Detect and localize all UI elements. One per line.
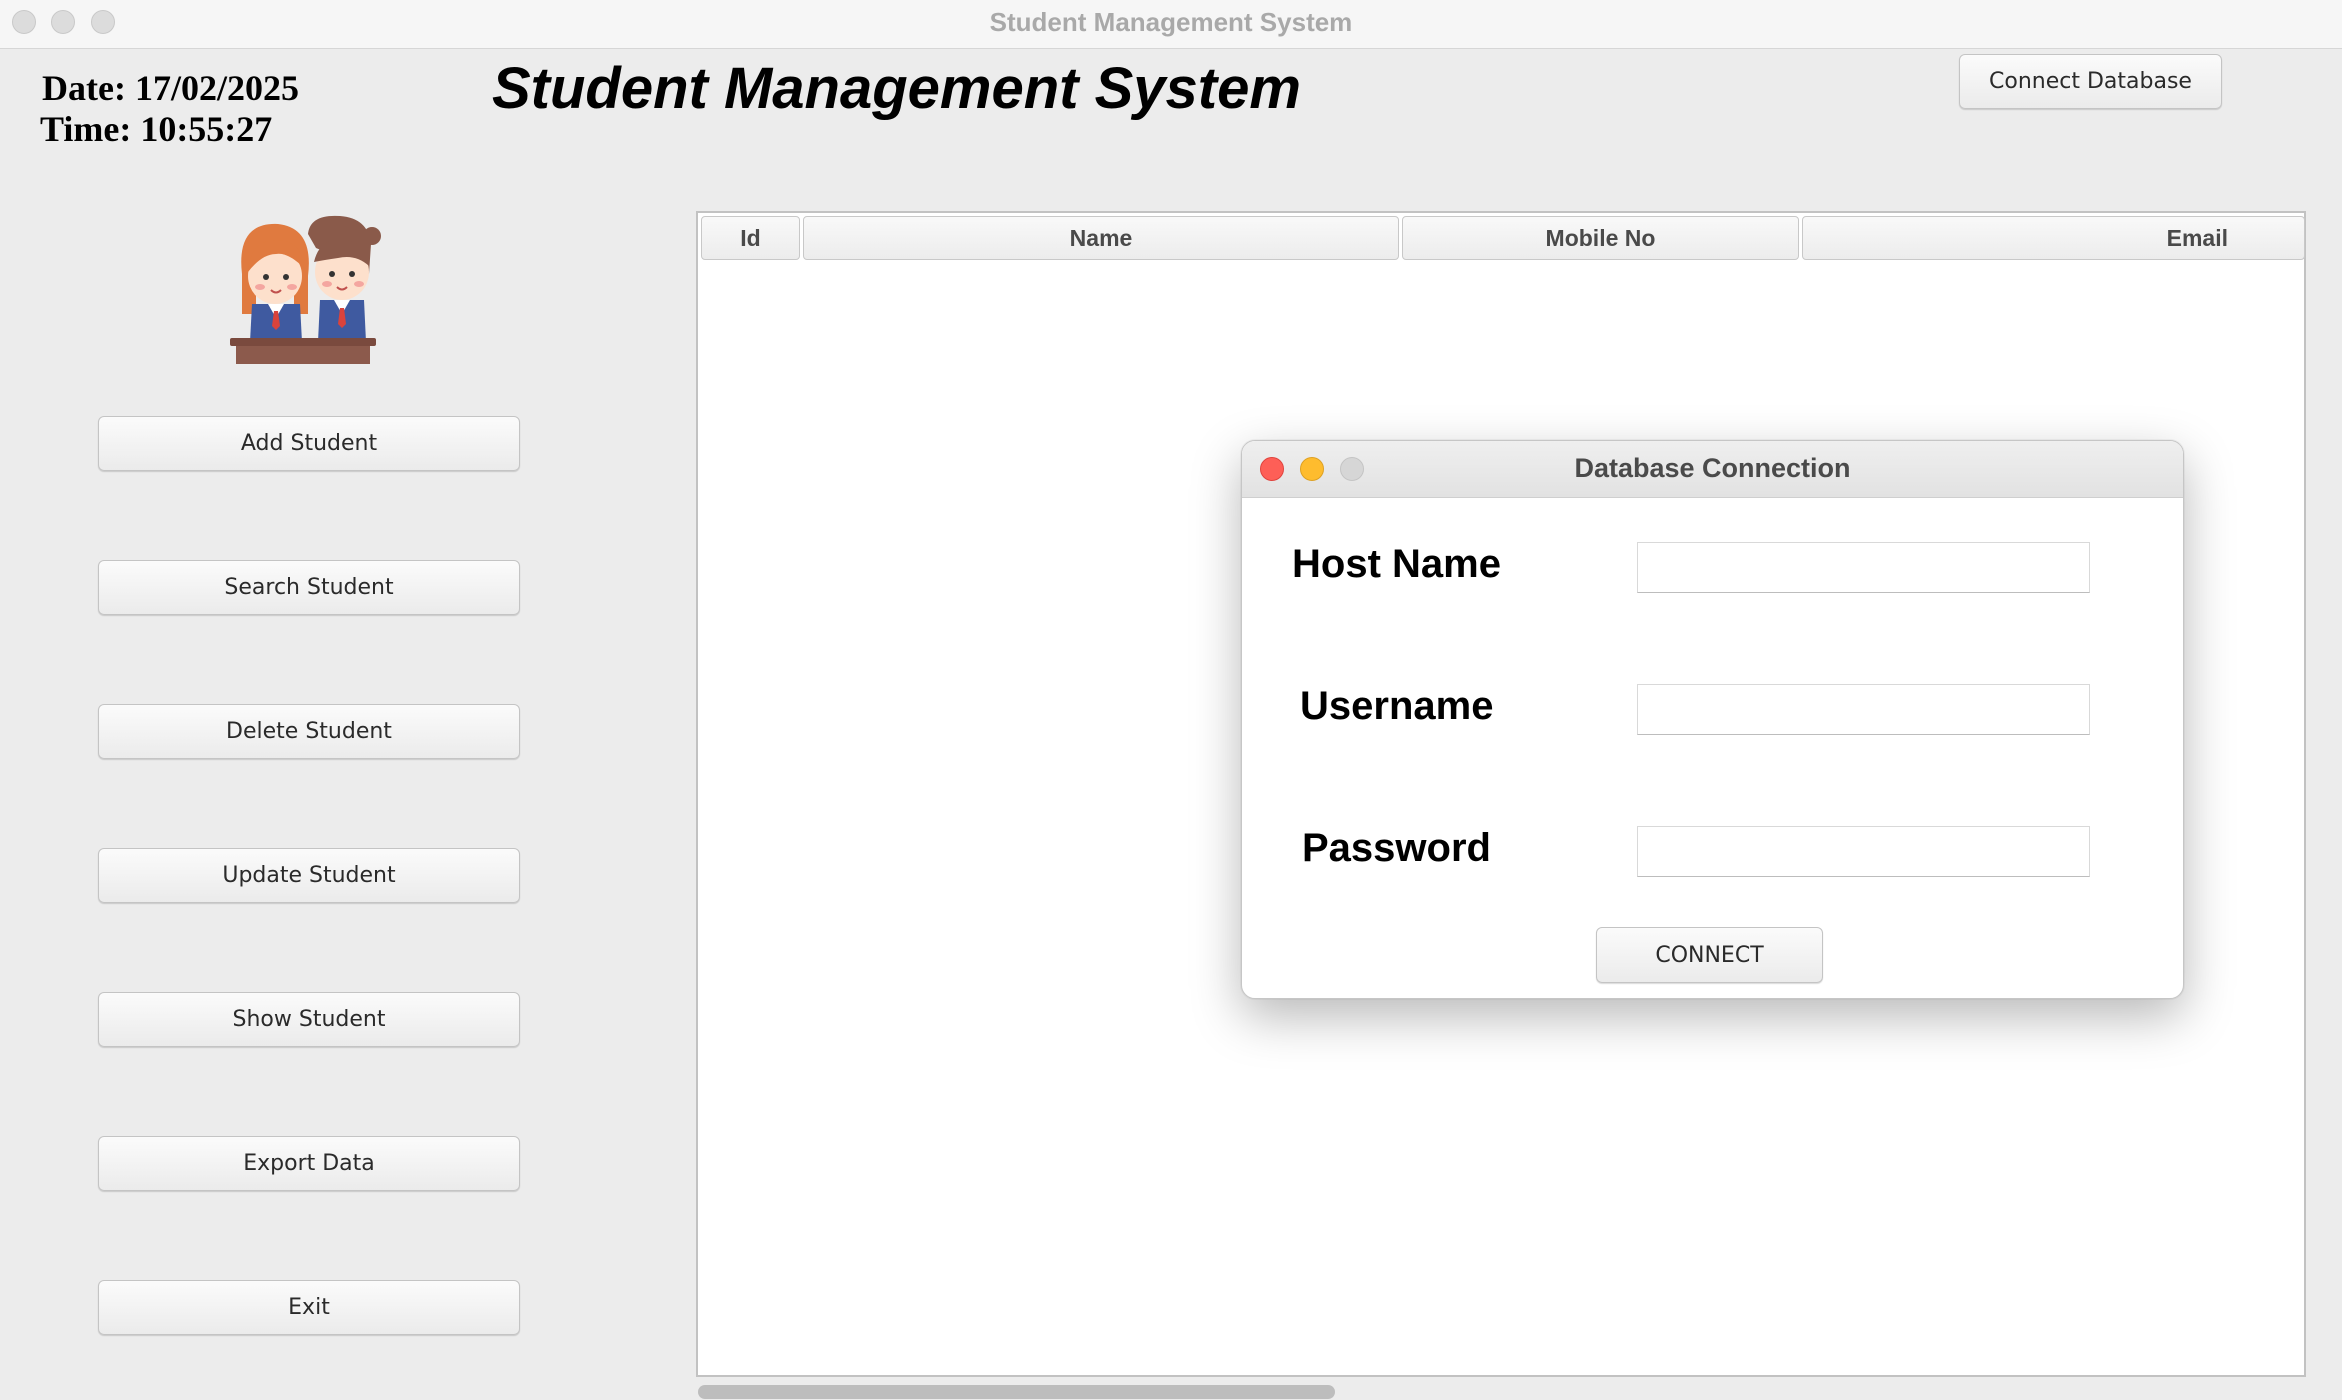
add-student-button[interactable]: Add Student <box>98 416 520 471</box>
column-header-name[interactable]: Name <box>803 216 1399 260</box>
host-name-field[interactable] <box>1637 542 2090 593</box>
show-student-button[interactable]: Show Student <box>98 992 520 1047</box>
password-field[interactable] <box>1637 826 2090 877</box>
column-header-email[interactable]: Email <box>1802 216 2305 260</box>
update-student-button[interactable]: Update Student <box>98 848 520 903</box>
exit-button[interactable]: Exit <box>98 1280 520 1335</box>
horizontal-scrollbar[interactable] <box>698 1385 1335 1399</box>
main-content: Date: 17/02/2025 Time: 10:55:27 Student … <box>0 49 2342 1400</box>
host-name-label: Host Name <box>1292 542 1501 586</box>
dialog-title: Database Connection <box>1574 453 1851 483</box>
username-field[interactable] <box>1637 684 2090 735</box>
window-titlebar: Student Management System <box>0 0 2342 49</box>
dialog-titlebar: Database Connection <box>1242 441 2183 498</box>
delete-student-button[interactable]: Delete Student <box>98 704 520 759</box>
students-avatar-icon <box>228 214 388 369</box>
search-student-button[interactable]: Search Student <box>98 560 520 615</box>
table-header: Id Name Mobile No Email <box>701 216 2305 260</box>
password-label: Password <box>1302 826 1491 870</box>
export-data-button[interactable]: Export Data <box>98 1136 520 1191</box>
page-title: Student Management System <box>492 56 1301 121</box>
time-label: Time: 10:55:27 <box>40 109 273 149</box>
username-label: Username <box>1300 684 1494 728</box>
column-header-mobile[interactable]: Mobile No <box>1402 216 1799 260</box>
date-label: Date: 17/02/2025 <box>42 68 299 108</box>
column-header-id[interactable]: Id <box>701 216 800 260</box>
database-connection-dialog: Database Connection Host Name Username P… <box>1241 440 2184 999</box>
connect-database-button[interactable]: Connect Database <box>1959 54 2222 109</box>
window-title: Student Management System <box>989 7 1353 37</box>
connect-button[interactable]: CONNECT <box>1596 927 1823 983</box>
